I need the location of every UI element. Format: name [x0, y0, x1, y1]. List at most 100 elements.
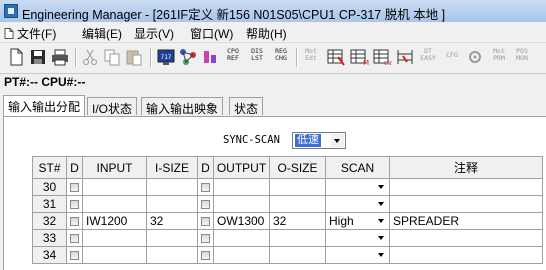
chevron-down-icon[interactable] [376, 249, 388, 261]
isize-cell[interactable] [146, 229, 198, 247]
col-header-comment: 注释 [389, 156, 543, 179]
input-disable-checkbox[interactable] [66, 178, 83, 196]
table-icon[interactable] [326, 47, 346, 67]
chevron-down-icon[interactable] [376, 232, 388, 244]
print-icon[interactable] [50, 47, 70, 67]
isize-cell[interactable] [146, 246, 198, 264]
table-row: 30 [32, 178, 543, 196]
chevron-down-icon[interactable] [376, 198, 388, 210]
dt-easy-button[interactable]: DT EASY [418, 48, 438, 62]
pt-cpu-status: PT#:-- CPU#:-- [4, 75, 86, 89]
output-cell[interactable] [213, 195, 270, 213]
chevron-down-icon[interactable] [331, 134, 344, 147]
menu-help[interactable]: 帮助(H) [246, 25, 287, 41]
scan-select[interactable] [325, 195, 390, 213]
tab-io-assignment[interactable]: 输入输出分配 [3, 95, 86, 116]
svg-text:717: 717 [161, 54, 172, 61]
input-cell[interactable] [82, 246, 147, 264]
menu-window[interactable]: 窗口(W) [190, 25, 233, 41]
tab-io-image[interactable]: 输入输出映象 [141, 97, 224, 116]
sync-scan-select[interactable]: 低速 [292, 132, 346, 149]
table-cnt-icon[interactable]: CNT [372, 47, 392, 67]
ladder-icon[interactable] [395, 47, 415, 67]
osize-cell[interactable]: 32 [269, 212, 326, 230]
chevron-down-icon[interactable] [376, 215, 388, 227]
isize-cell[interactable]: 32 [146, 212, 198, 230]
osize-cell[interactable] [269, 229, 326, 247]
reg-chg-button[interactable]: REG CHG [271, 48, 291, 62]
input-disable-checkbox[interactable] [66, 246, 83, 264]
menu-file[interactable]: 文件(F) [4, 25, 56, 41]
sync-scan-label: SYNC-SCAN [223, 134, 280, 146]
svg-text:M: M [363, 59, 369, 67]
comment-cell[interactable] [389, 246, 543, 264]
output-disable-checkbox[interactable] [197, 195, 214, 213]
scan-select[interactable] [325, 178, 390, 196]
col-header-output: OUTPUT [213, 156, 270, 179]
station-number: 34 [32, 246, 67, 264]
col-header-st: ST# [32, 156, 67, 179]
menu-edit[interactable]: 编辑(E) [82, 25, 122, 41]
input-disable-checkbox[interactable] [66, 229, 83, 247]
input-cell[interactable] [82, 229, 147, 247]
menu-view[interactable]: 显示(V) [134, 25, 174, 41]
comment-cell[interactable] [389, 229, 543, 247]
table-row: 32 IW1200 32 OW1300 32 High SPREADER [32, 212, 543, 230]
output-cell[interactable] [213, 246, 270, 264]
table-m-icon[interactable]: M [349, 47, 369, 67]
save-icon[interactable] [28, 47, 48, 67]
input-cell[interactable] [82, 195, 147, 213]
col-header-d-output: D [197, 156, 214, 179]
output-cell[interactable]: OW1300 [213, 212, 270, 230]
output-cell[interactable] [213, 229, 270, 247]
sync-scan-value: 低速 [295, 134, 321, 147]
output-disable-checkbox[interactable] [197, 178, 214, 196]
tool-icon[interactable] [200, 47, 220, 67]
svg-text:CNT: CNT [384, 61, 392, 67]
output-disable-checkbox[interactable] [197, 212, 214, 230]
cut-icon[interactable] [80, 47, 100, 67]
comment-cell[interactable]: SPREADER [389, 212, 543, 230]
scan-select[interactable]: High [325, 212, 390, 230]
input-disable-checkbox[interactable] [66, 195, 83, 213]
copy-icon[interactable] [102, 47, 122, 67]
chevron-down-icon[interactable] [376, 181, 388, 193]
comment-cell[interactable] [389, 178, 543, 196]
cfg-button[interactable]: CFG [442, 52, 462, 59]
dis-lst-button[interactable]: DIS LST [247, 48, 267, 62]
table-row: 31 [32, 195, 543, 213]
monitor-icon[interactable]: 717 [156, 47, 176, 67]
output-disable-checkbox[interactable] [197, 246, 214, 264]
output-disable-checkbox[interactable] [197, 229, 214, 247]
osize-cell[interactable] [269, 246, 326, 264]
station-number: 30 [32, 178, 67, 196]
input-disable-checkbox[interactable] [66, 212, 83, 230]
scan-select[interactable] [325, 229, 390, 247]
osize-cell[interactable] [269, 178, 326, 196]
table-row: 34 [32, 246, 543, 264]
pos-mon-button[interactable]: POS MON [512, 48, 532, 62]
isize-cell[interactable] [146, 178, 198, 196]
paste-icon[interactable] [124, 47, 144, 67]
mot-prm-button[interactable]: Mot PRM [489, 48, 509, 62]
new-file-icon[interactable] [6, 47, 26, 67]
scan-select[interactable] [325, 246, 390, 264]
osize-cell[interactable] [269, 195, 326, 213]
tab-io-status[interactable]: I/O状态 [87, 97, 138, 116]
comment-cell[interactable] [389, 195, 543, 213]
output-cell[interactable] [213, 178, 270, 196]
col-header-scan: SCAN [325, 156, 390, 179]
input-cell[interactable]: IW1200 [82, 212, 147, 230]
input-cell[interactable] [82, 178, 147, 196]
tab-status[interactable]: 状态 [229, 97, 264, 116]
mot-edt-button[interactable]: Mot Edt [301, 48, 321, 62]
isize-cell[interactable] [146, 195, 198, 213]
io-assignment-table: ST# D INPUT I-SIZE D OUTPUT O-SIZE SCAN … [32, 156, 543, 264]
station-number: 32 [32, 212, 67, 230]
cpo-ref-button[interactable]: CPO REF [223, 48, 243, 62]
gear-icon[interactable] [465, 47, 485, 67]
menu-bar: 文件(F) 编辑(E) 显示(V) 窗口(W) 帮助(H) [0, 22, 546, 42]
col-header-osize: O-SIZE [269, 156, 326, 179]
network-icon[interactable] [178, 47, 198, 67]
col-header-d-input: D [66, 156, 83, 179]
